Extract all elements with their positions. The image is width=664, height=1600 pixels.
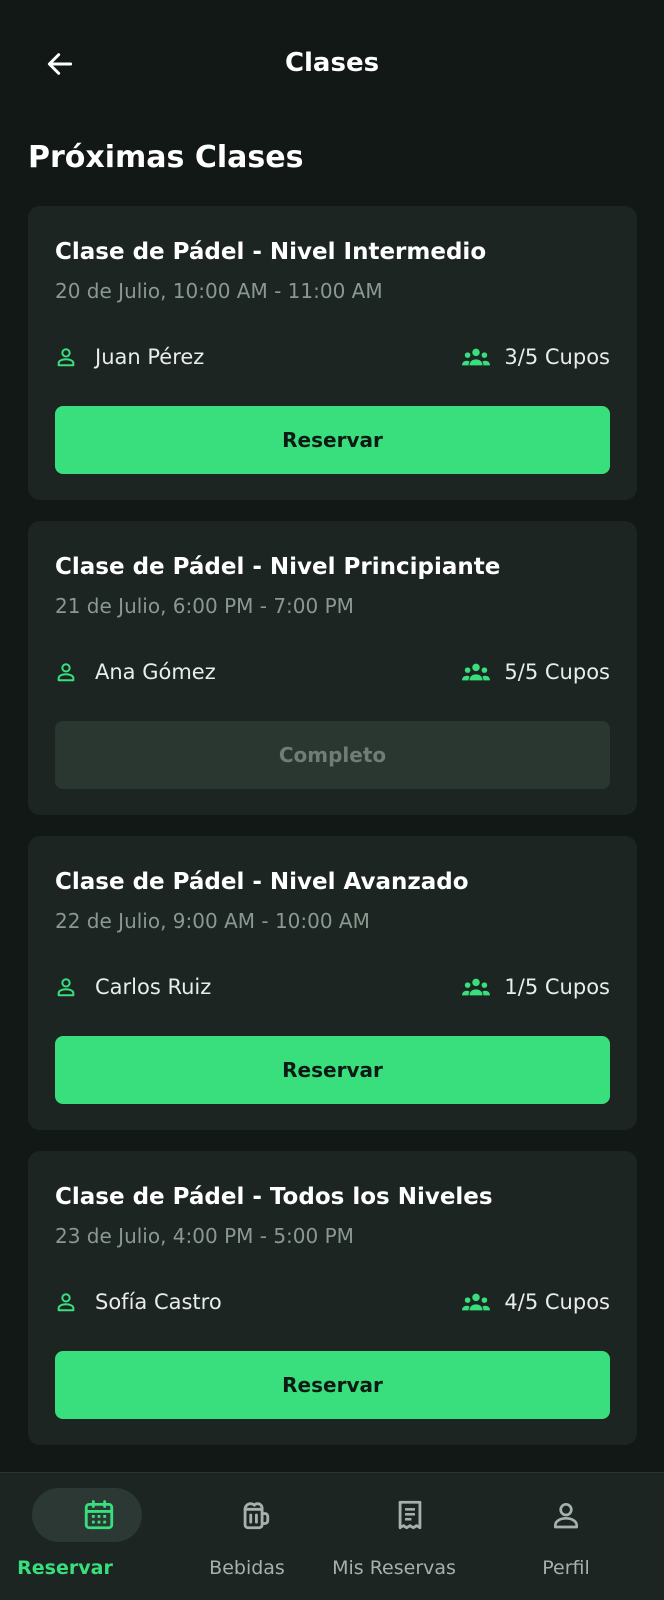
spots: 4/5 Cupos [462, 1287, 610, 1317]
reserve-button[interactable]: Reservar [55, 1351, 610, 1419]
page-title: Clases [284, 48, 380, 78]
person-icon [57, 978, 75, 997]
calendar-icon [84, 1500, 114, 1530]
top-app-bar: Clases [0, 0, 664, 124]
reserve-button[interactable]: Reservar [55, 406, 610, 474]
instructor: Carlos Ruiz [55, 972, 211, 1002]
instructor-name: Sofía Castro [95, 1290, 222, 1314]
full-button: Completo [55, 721, 610, 789]
group-icon [462, 1293, 491, 1311]
class-time: 23 de Julio, 4:00 PM - 5:00 PM [55, 1224, 354, 1248]
class-time: 20 de Julio, 10:00 AM - 11:00 AM [55, 279, 383, 303]
group-icon [462, 978, 491, 996]
instructor: Sofía Castro [55, 1287, 222, 1317]
class-title: Clase de Pádel - Nivel Principiante [55, 554, 501, 580]
group-icon [462, 348, 491, 366]
nav-item-reservar[interactable]: Reservar [16, 1487, 182, 1597]
instructor-name: Juan Pérez [95, 345, 205, 369]
class-card: Clase de Pádel - Nivel Principiante 21 d… [28, 521, 637, 815]
spots-count: 5/5 Cupos [504, 660, 610, 684]
instructor: Ana Gómez [55, 657, 216, 687]
bottom-navigation: Reservar Bebidas Mis Reservas Perfil [0, 1472, 664, 1600]
spots: 1/5 Cupos [462, 972, 610, 1002]
instructor-name: Carlos Ruiz [95, 975, 212, 999]
spots: 3/5 Cupos [462, 342, 610, 372]
group-icon [462, 663, 491, 681]
spots-count: 1/5 Cupos [504, 975, 610, 999]
reserve-button[interactable]: Reservar [55, 1036, 610, 1104]
app-screen: Clases Próximas Clases Clase de Pádel - … [0, 0, 664, 1600]
nav-item-mis-reservas[interactable]: Mis Reservas [327, 1487, 493, 1597]
instructor: Juan Pérez [55, 342, 204, 372]
nav-label: Reservar [17, 1557, 113, 1579]
receipt-icon [398, 1500, 422, 1530]
spots-count: 3/5 Cupos [504, 345, 610, 369]
person-icon [57, 1293, 75, 1312]
spots: 5/5 Cupos [462, 657, 610, 687]
class-title: Clase de Pádel - Todos los Niveles [55, 1184, 493, 1210]
class-title: Clase de Pádel - Nivel Intermedio [55, 239, 487, 265]
person-icon [554, 1503, 578, 1529]
class-card: Clase de Pádel - Nivel Intermedio 20 de … [28, 206, 637, 500]
nav-label: Bebidas [209, 1557, 285, 1579]
class-time: 21 de Julio, 6:00 PM - 7:00 PM [55, 594, 354, 618]
nav-label: Mis Reservas [332, 1557, 456, 1579]
person-icon [57, 348, 75, 367]
instructor-name: Ana Gómez [95, 660, 216, 684]
nav-item-perfil[interactable]: Perfil [483, 1487, 649, 1597]
class-title: Clase de Pádel - Nivel Avanzado [55, 869, 469, 895]
nav-label: Perfil [542, 1557, 590, 1579]
class-time: 22 de Julio, 9:00 AM - 10:00 AM [55, 909, 370, 933]
spots-count: 4/5 Cupos [504, 1290, 610, 1314]
section-title: Próximas Clases [28, 140, 304, 175]
class-card: Clase de Pádel - Todos los Niveles 23 de… [28, 1151, 637, 1445]
person-icon [57, 663, 75, 682]
beer-mug-icon [243, 1502, 270, 1530]
class-card: Clase de Pádel - Nivel Avanzado 22 de Ju… [28, 836, 637, 1130]
